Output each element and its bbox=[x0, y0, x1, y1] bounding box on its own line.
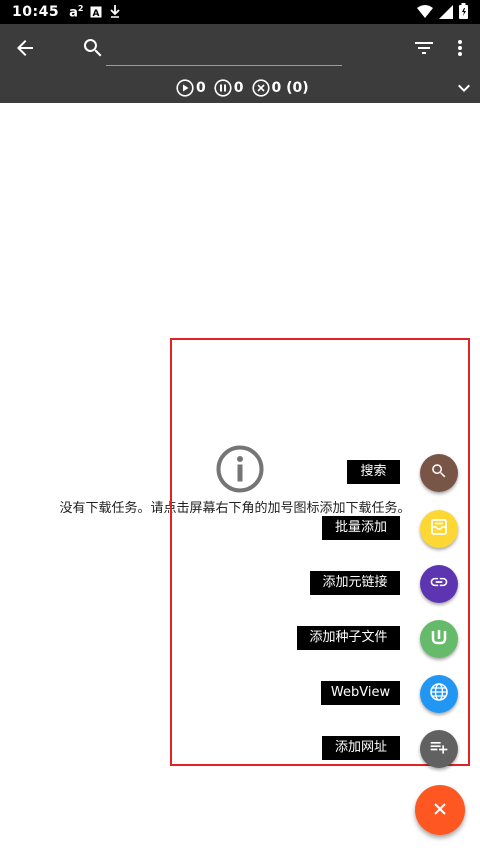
speed-dial-webview-button[interactable] bbox=[420, 675, 458, 713]
a-squared-icon: a2 bbox=[69, 3, 84, 21]
speed-dial-batch-add-button[interactable] bbox=[420, 510, 458, 548]
running-counter[interactable]: 0 bbox=[176, 79, 206, 97]
error-count: 0 (0) bbox=[271, 80, 309, 96]
battery-icon bbox=[459, 3, 468, 23]
paused-count: 0 bbox=[233, 80, 244, 96]
link-icon bbox=[429, 572, 449, 596]
a-box-icon: A bbox=[90, 3, 102, 22]
cell-signal-icon bbox=[439, 4, 453, 23]
speed-dial-label-add-torrent[interactable]: 添加种子文件 bbox=[297, 626, 400, 650]
running-count: 0 bbox=[196, 80, 206, 96]
task-counters: 0 0 0 (0) bbox=[176, 77, 309, 99]
screen: 10:45 a2 A 0 0 0 (0) 没有下载任务。请点击屏幕右下角的加号图… bbox=[0, 0, 480, 853]
search-icon bbox=[430, 462, 448, 484]
filter-icon[interactable] bbox=[412, 36, 436, 60]
speed-dial-add-url-button[interactable] bbox=[420, 730, 458, 768]
close-speed-dial-button[interactable] bbox=[415, 785, 465, 835]
search-input[interactable] bbox=[106, 34, 342, 66]
batch-add-icon bbox=[430, 518, 448, 540]
paused-counter[interactable]: 0 bbox=[214, 79, 244, 97]
status-time: 10:45 bbox=[12, 4, 60, 20]
download-arrow-icon bbox=[109, 3, 121, 22]
svg-text:A: A bbox=[93, 9, 100, 18]
speed-dial-add-magnet-button[interactable] bbox=[420, 565, 458, 603]
globe-icon bbox=[429, 682, 449, 706]
speed-dial-label-add-magnet[interactable]: 添加元链接 bbox=[310, 571, 400, 595]
speed-dial-label-batch-add[interactable]: 批量添加 bbox=[322, 516, 400, 540]
toolbar: 0 0 0 (0) bbox=[0, 24, 480, 103]
playlist-add-icon bbox=[429, 737, 449, 761]
speed-dial-label-webview[interactable]: WebView bbox=[321, 681, 400, 705]
wifi-icon bbox=[417, 4, 433, 23]
speed-dial-label-add-url[interactable]: 添加网址 bbox=[322, 736, 400, 760]
speed-dial-label-search[interactable]: 搜索 bbox=[347, 460, 400, 484]
status-bar: 10:45 a2 A bbox=[0, 0, 480, 24]
utorrent-icon bbox=[430, 628, 448, 650]
search-icon bbox=[81, 36, 105, 60]
error-counter[interactable]: 0 (0) bbox=[251, 79, 309, 97]
pause-circle-icon bbox=[214, 79, 232, 97]
close-icon bbox=[433, 801, 447, 820]
play-circle-icon bbox=[176, 79, 194, 97]
system-icons bbox=[417, 3, 468, 23]
speed-dial-search-button[interactable] bbox=[420, 454, 458, 492]
cancel-circle-icon bbox=[251, 79, 270, 97]
chevron-down-icon[interactable] bbox=[452, 76, 476, 100]
notification-icons: a2 A bbox=[69, 3, 121, 22]
speed-dial-add-torrent-button[interactable] bbox=[420, 620, 458, 658]
arrow-left-icon[interactable] bbox=[13, 36, 37, 60]
more-vertical-icon[interactable] bbox=[448, 36, 472, 60]
